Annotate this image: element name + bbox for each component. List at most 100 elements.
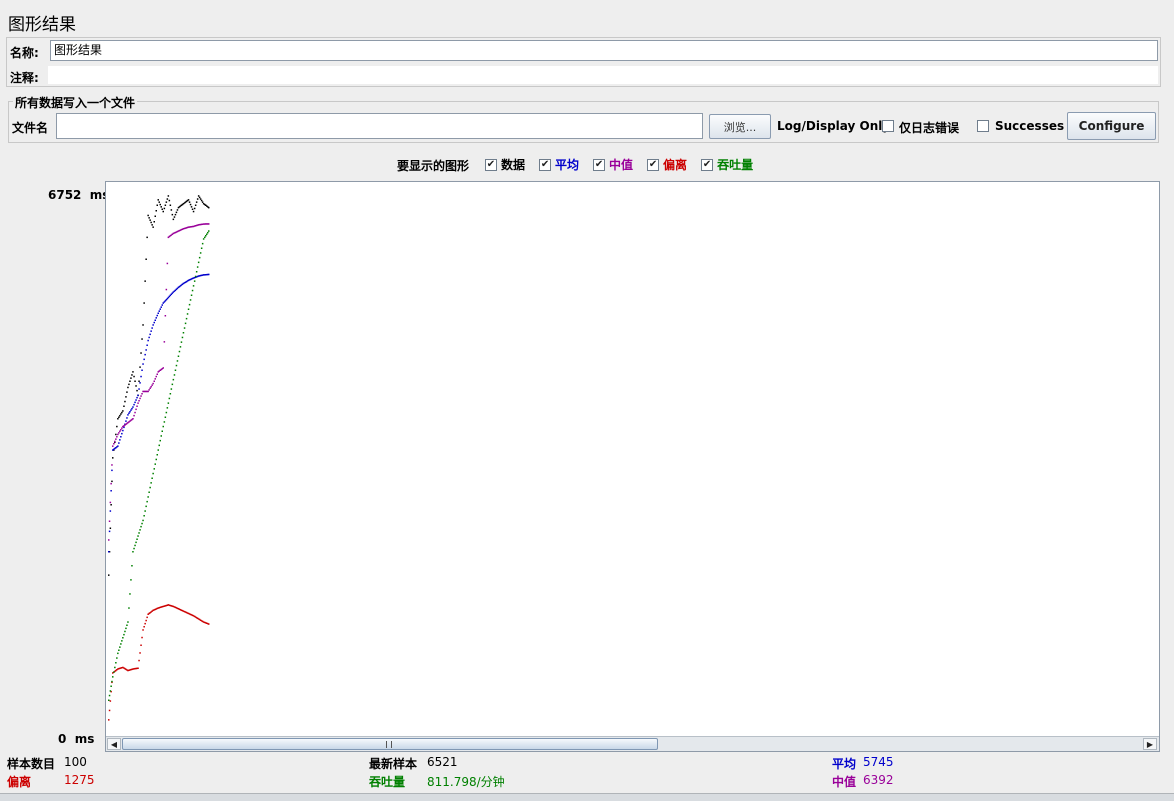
successes-checkbox[interactable] [977,120,989,132]
series-toggle-data[interactable]: ✔ 数据 [485,156,525,173]
data-point [150,482,152,484]
data-point [111,480,113,483]
data-point [161,208,163,210]
data-point [149,486,151,489]
data-point [156,373,158,375]
samples-value: 100 [64,755,87,769]
series-toggle-label: 中值 [609,158,634,172]
data-point [146,616,148,619]
data-point [155,317,157,319]
scroll-thumb[interactable] [122,738,658,750]
data-point [202,238,205,240]
data-point [140,525,142,528]
data-point [111,680,113,683]
scroll-right-arrow[interactable]: ▶ [1143,738,1157,750]
data-point [208,223,210,225]
data-point [141,369,143,371]
data-point [108,539,110,541]
data-point [132,418,134,420]
data-point [138,400,140,402]
series-toggle-average[interactable]: ✔ 平均 [539,156,579,173]
data-point [191,208,194,210]
data-point [149,333,151,336]
checkbox-average[interactable]: ✔ [539,158,552,171]
data-point [194,204,197,206]
data-point [121,432,123,435]
data-point [196,198,199,200]
data-point [151,477,153,479]
data-point [171,383,174,386]
data-point [142,519,144,522]
data-point [122,637,124,639]
data-point [139,652,141,654]
data-point [208,230,210,232]
data-point [120,429,122,431]
filename-input[interactable] [56,113,703,139]
data-point [110,482,112,485]
data-point [113,443,115,445]
data-point [134,380,136,382]
data-point [115,433,117,436]
data-point [114,440,116,443]
data-point [205,235,207,237]
data-point [133,375,135,378]
graph-horizontal-scrollbar[interactable]: ◀ ▶ [106,736,1159,751]
checkbox-median[interactable]: ✔ [593,158,606,171]
data-point [147,339,149,342]
data-point [160,435,162,437]
data-point [130,409,132,411]
data-point [142,629,144,631]
data-point [132,406,134,408]
data-point [195,201,198,203]
data-point [112,457,114,459]
data-point [132,551,134,553]
checkbox-throughput[interactable]: ✔ [701,158,714,171]
errors-only-checkbox[interactable] [882,120,894,132]
data-point [166,262,169,265]
data-point [196,266,199,268]
filename-label: 文件名 [12,121,49,135]
series-toggle-throughput[interactable]: ✔ 吞吐量 [701,156,753,173]
data-point [133,403,135,406]
data-point [118,416,120,418]
series-toggle-median[interactable]: ✔ 中值 [593,156,633,173]
errors-only-label: 仅日志错误 [899,121,960,135]
data-point [108,709,111,712]
data-point [181,336,184,339]
data-point [187,308,190,310]
data-point [140,352,142,354]
name-input[interactable]: 图形结果 [50,40,1158,61]
data-point [155,375,157,378]
data-point [134,544,136,547]
data-point [165,201,168,203]
data-point [113,671,115,673]
throughput-value: 811.798/分钟 [427,775,505,789]
data-point [194,275,197,278]
data-point [161,430,163,432]
data-point [125,627,127,630]
series-toggle-label: 平均 [555,158,580,172]
data-point [182,332,185,334]
data-point [129,411,131,413]
data-point [136,396,138,399]
data-point [173,374,176,376]
data-point [148,491,150,493]
scroll-left-arrow[interactable]: ◀ [107,738,121,750]
data-point [138,659,140,662]
data-point [128,607,130,609]
data-point [160,206,162,208]
comment-input[interactable] [48,66,1158,84]
series-toggle-deviation[interactable]: ✔ 偏离 [647,156,687,173]
data-point [189,203,192,206]
browse-button[interactable]: 浏览... [709,114,771,139]
data-point [167,402,170,404]
configure-button[interactable]: Configure [1067,112,1156,140]
checkbox-data[interactable]: ✔ [485,158,497,171]
data-point [118,649,120,651]
data-point [208,623,210,625]
checkbox-deviation[interactable]: ✔ [647,158,660,171]
data-point [193,280,196,282]
data-point [163,341,166,343]
data-point [140,395,142,397]
data-point [190,294,193,296]
